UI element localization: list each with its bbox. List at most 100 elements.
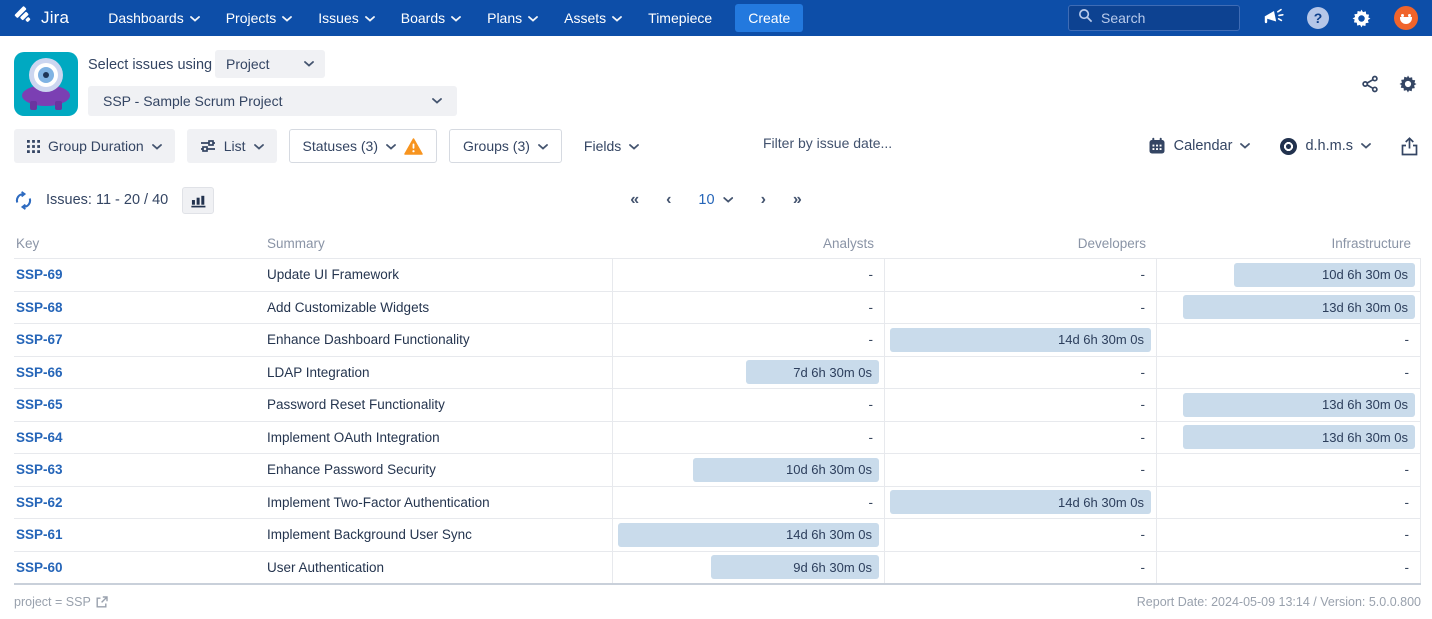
prev-page-button[interactable]: ‹ bbox=[666, 192, 671, 208]
empty-duration: - bbox=[1141, 527, 1152, 542]
refresh-icon[interactable] bbox=[14, 191, 33, 210]
user-avatar[interactable] bbox=[1394, 6, 1418, 30]
project-select[interactable]: SSP - Sample Scrum Project bbox=[88, 86, 457, 116]
issue-key-link[interactable]: SSP-65 bbox=[16, 397, 63, 412]
duration-bar[interactable]: 13d 6h 30m 0s bbox=[1183, 295, 1415, 319]
chevron-down-icon bbox=[254, 144, 264, 150]
calendar-select[interactable]: Calendar bbox=[1148, 137, 1251, 155]
table-row: SSP-69Update UI Framework--10d 6h 30m 0s bbox=[14, 258, 1421, 291]
issue-summary: Implement Two-Factor Authentication bbox=[265, 487, 612, 519]
nav-plans-label: Plans bbox=[487, 10, 522, 26]
chevron-down-icon bbox=[152, 144, 162, 150]
nav-plans[interactable]: Plans bbox=[474, 0, 551, 36]
search-icon bbox=[1078, 8, 1093, 28]
issue-key-cell: SSP-67 bbox=[14, 324, 265, 356]
external-link-icon[interactable] bbox=[96, 596, 108, 608]
duration-bar[interactable]: 10d 6h 30m 0s bbox=[1234, 263, 1415, 287]
empty-duration: - bbox=[1141, 300, 1152, 315]
ufo-leg bbox=[30, 101, 37, 110]
statuses-filter-button[interactable]: Statuses (3) bbox=[289, 129, 437, 163]
share-icon[interactable] bbox=[1360, 74, 1380, 94]
nav-dashboards[interactable]: Dashboards bbox=[95, 0, 213, 36]
table-row: SSP-64Implement OAuth Integration--13d 6… bbox=[14, 421, 1421, 454]
nav-timepiece[interactable]: Timepiece bbox=[635, 0, 725, 36]
table-body: SSP-69Update UI Framework--10d 6h 30m 0s… bbox=[14, 258, 1421, 585]
duration-bar[interactable]: 9d 6h 30m 0s bbox=[711, 555, 879, 579]
nav-boards[interactable]: Boards bbox=[388, 0, 474, 36]
issue-key-link[interactable]: SSP-64 bbox=[16, 430, 63, 445]
duration-bar[interactable]: 13d 6h 30m 0s bbox=[1183, 393, 1415, 417]
chevron-down-icon bbox=[1361, 143, 1371, 149]
issue-key-link[interactable]: SSP-66 bbox=[16, 365, 63, 380]
duration-units-select[interactable]: d.h.m.s bbox=[1280, 138, 1371, 155]
page-footer: project = SSP Report Date: 2024-05-09 13… bbox=[14, 595, 1421, 609]
empty-duration: - bbox=[869, 332, 880, 347]
issue-key-link[interactable]: SSP-61 bbox=[16, 527, 63, 542]
navbar-right: ? bbox=[1068, 5, 1418, 31]
groups-filter-button[interactable]: Groups (3) bbox=[449, 129, 562, 163]
groups-label: Groups (3) bbox=[463, 138, 530, 154]
duration-bar[interactable]: 14d 6h 30m 0s bbox=[890, 490, 1151, 514]
megaphone-icon[interactable] bbox=[1262, 8, 1285, 28]
nav-issues[interactable]: Issues bbox=[305, 0, 387, 36]
empty-duration: - bbox=[1405, 462, 1416, 477]
help-icon[interactable]: ? bbox=[1307, 7, 1329, 29]
page-size-select[interactable]: 10 bbox=[698, 192, 733, 208]
duration-bar[interactable]: 7d 6h 30m 0s bbox=[746, 360, 879, 384]
column-header-developers: Developers bbox=[884, 236, 1156, 251]
issue-key-link[interactable]: SSP-67 bbox=[16, 332, 63, 347]
first-page-button[interactable]: « bbox=[630, 192, 639, 208]
jira-logo-text: Jira bbox=[41, 8, 69, 28]
nav-assets[interactable]: Assets bbox=[551, 0, 635, 36]
next-page-button[interactable]: › bbox=[761, 192, 766, 208]
jira-logo-icon bbox=[14, 5, 35, 31]
duration-bar[interactable]: 14d 6h 30m 0s bbox=[618, 523, 879, 547]
timepiece-app-icon bbox=[14, 52, 78, 116]
project-select-value: SSP - Sample Scrum Project bbox=[103, 93, 282, 109]
issue-source-select[interactable]: Project bbox=[215, 50, 325, 78]
duration-cell-infrastructure: - bbox=[1156, 357, 1421, 389]
last-page-button[interactable]: » bbox=[793, 192, 802, 208]
issue-summary: User Authentication bbox=[265, 552, 612, 584]
issue-key-link[interactable]: SSP-63 bbox=[16, 462, 63, 477]
issue-key-link[interactable]: SSP-62 bbox=[16, 495, 63, 510]
issue-key-link[interactable]: SSP-68 bbox=[16, 300, 63, 315]
chart-view-button[interactable] bbox=[182, 187, 214, 214]
fields-button[interactable]: Fields bbox=[574, 129, 649, 163]
issue-key-link[interactable]: SSP-60 bbox=[16, 560, 63, 575]
export-icon[interactable] bbox=[1401, 137, 1418, 156]
global-search[interactable] bbox=[1068, 5, 1240, 31]
empty-duration: - bbox=[1405, 365, 1416, 380]
group-duration-button[interactable]: Group Duration bbox=[14, 129, 175, 163]
grid-icon bbox=[27, 140, 40, 153]
gear-icon[interactable] bbox=[1351, 8, 1372, 29]
nav-issues-label: Issues bbox=[318, 10, 358, 26]
nav-projects[interactable]: Projects bbox=[213, 0, 306, 36]
issue-date-filter-input[interactable] bbox=[763, 135, 953, 151]
empty-duration: - bbox=[1141, 397, 1152, 412]
duration-bar[interactable]: 10d 6h 30m 0s bbox=[693, 458, 879, 482]
duration-bar[interactable]: 14d 6h 30m 0s bbox=[890, 328, 1151, 352]
duration-bar[interactable]: 13d 6h 30m 0s bbox=[1183, 425, 1415, 449]
search-input[interactable] bbox=[1101, 10, 1221, 26]
create-button[interactable]: Create bbox=[735, 4, 803, 32]
duration-cell-infrastructure: - bbox=[1156, 552, 1421, 584]
empty-duration: - bbox=[1141, 430, 1152, 445]
issue-key-cell: SSP-65 bbox=[14, 389, 265, 421]
chevron-down-icon bbox=[432, 98, 442, 104]
issues-table: Key Summary Analysts Developers Infrastr… bbox=[14, 228, 1421, 585]
sliders-icon bbox=[200, 139, 216, 153]
duration-cell-infrastructure: 13d 6h 30m 0s bbox=[1156, 422, 1421, 454]
calendar-icon bbox=[1148, 137, 1166, 155]
issue-summary: Implement OAuth Integration bbox=[265, 422, 612, 454]
view-mode-list-button[interactable]: List bbox=[187, 129, 277, 163]
empty-duration: - bbox=[1405, 527, 1416, 542]
jira-logo[interactable]: Jira bbox=[14, 5, 69, 31]
issue-key-cell: SSP-60 bbox=[14, 552, 265, 584]
issue-key-link[interactable]: SSP-69 bbox=[16, 267, 63, 282]
empty-duration: - bbox=[1141, 365, 1152, 380]
duration-cell-infrastructure: 13d 6h 30m 0s bbox=[1156, 292, 1421, 324]
report-settings-gear-icon[interactable] bbox=[1398, 74, 1418, 94]
units-clock-icon bbox=[1280, 138, 1297, 155]
chevron-down-icon bbox=[724, 197, 734, 203]
